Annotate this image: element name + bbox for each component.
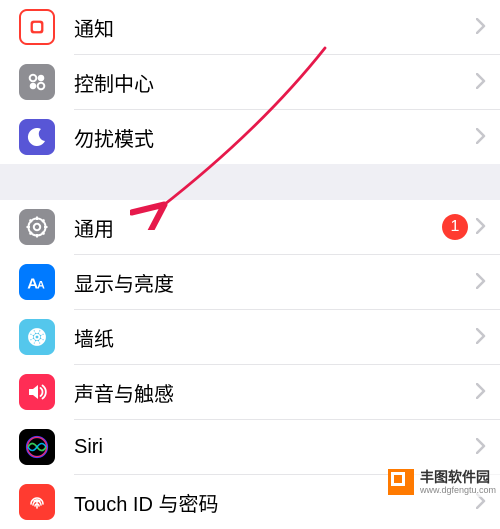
watermark: 丰图软件园 www.dgfengtu.com <box>388 467 500 497</box>
chevron-right-icon <box>476 124 486 150</box>
display-icon: A A <box>19 264 55 300</box>
chevron-right-icon <box>476 269 486 295</box>
row-label: 勿扰模式 <box>74 123 468 152</box>
section-gap <box>0 164 500 200</box>
chevron-right-icon <box>476 214 486 240</box>
chevron-right-icon <box>476 69 486 95</box>
settings-group-1: 通知 控制中心 <box>0 0 500 164</box>
row-label: Siri <box>74 436 468 459</box>
control-center-icon <box>19 64 55 100</box>
notifications-icon <box>19 9 55 45</box>
row-general[interactable]: 通用 1 <box>0 200 500 254</box>
svg-text:A: A <box>37 280 45 292</box>
watermark-logo-icon <box>388 469 414 495</box>
do-not-disturb-icon <box>19 119 55 155</box>
row-label: 墙纸 <box>74 323 468 352</box>
sounds-icon <box>19 374 55 410</box>
touch-id-icon <box>19 484 55 520</box>
row-notifications[interactable]: 通知 <box>0 0 500 54</box>
row-siri[interactable]: Siri <box>0 420 500 474</box>
row-do-not-disturb[interactable]: 勿扰模式 <box>0 110 500 164</box>
watermark-name: 丰图软件园 <box>420 470 496 484</box>
chevron-right-icon <box>476 379 486 405</box>
chevron-right-icon <box>476 14 486 40</box>
watermark-url: www.dgfengtu.com <box>420 486 496 495</box>
general-icon <box>19 209 55 245</box>
siri-icon <box>19 429 55 465</box>
row-label: 控制中心 <box>74 68 468 97</box>
row-label: 通知 <box>74 13 468 42</box>
row-label: 声音与触感 <box>74 378 468 407</box>
chevron-right-icon <box>476 324 486 350</box>
chevron-right-icon <box>476 434 486 460</box>
row-label: 通用 <box>74 213 442 242</box>
row-label: 显示与亮度 <box>74 268 468 297</box>
row-sounds[interactable]: 声音与触感 <box>0 365 500 419</box>
notification-badge: 1 <box>442 214 468 240</box>
row-control-center[interactable]: 控制中心 <box>0 55 500 109</box>
wallpaper-icon <box>19 319 55 355</box>
row-wallpaper[interactable]: 墙纸 <box>0 310 500 364</box>
row-display-brightness[interactable]: A A 显示与亮度 <box>0 255 500 309</box>
